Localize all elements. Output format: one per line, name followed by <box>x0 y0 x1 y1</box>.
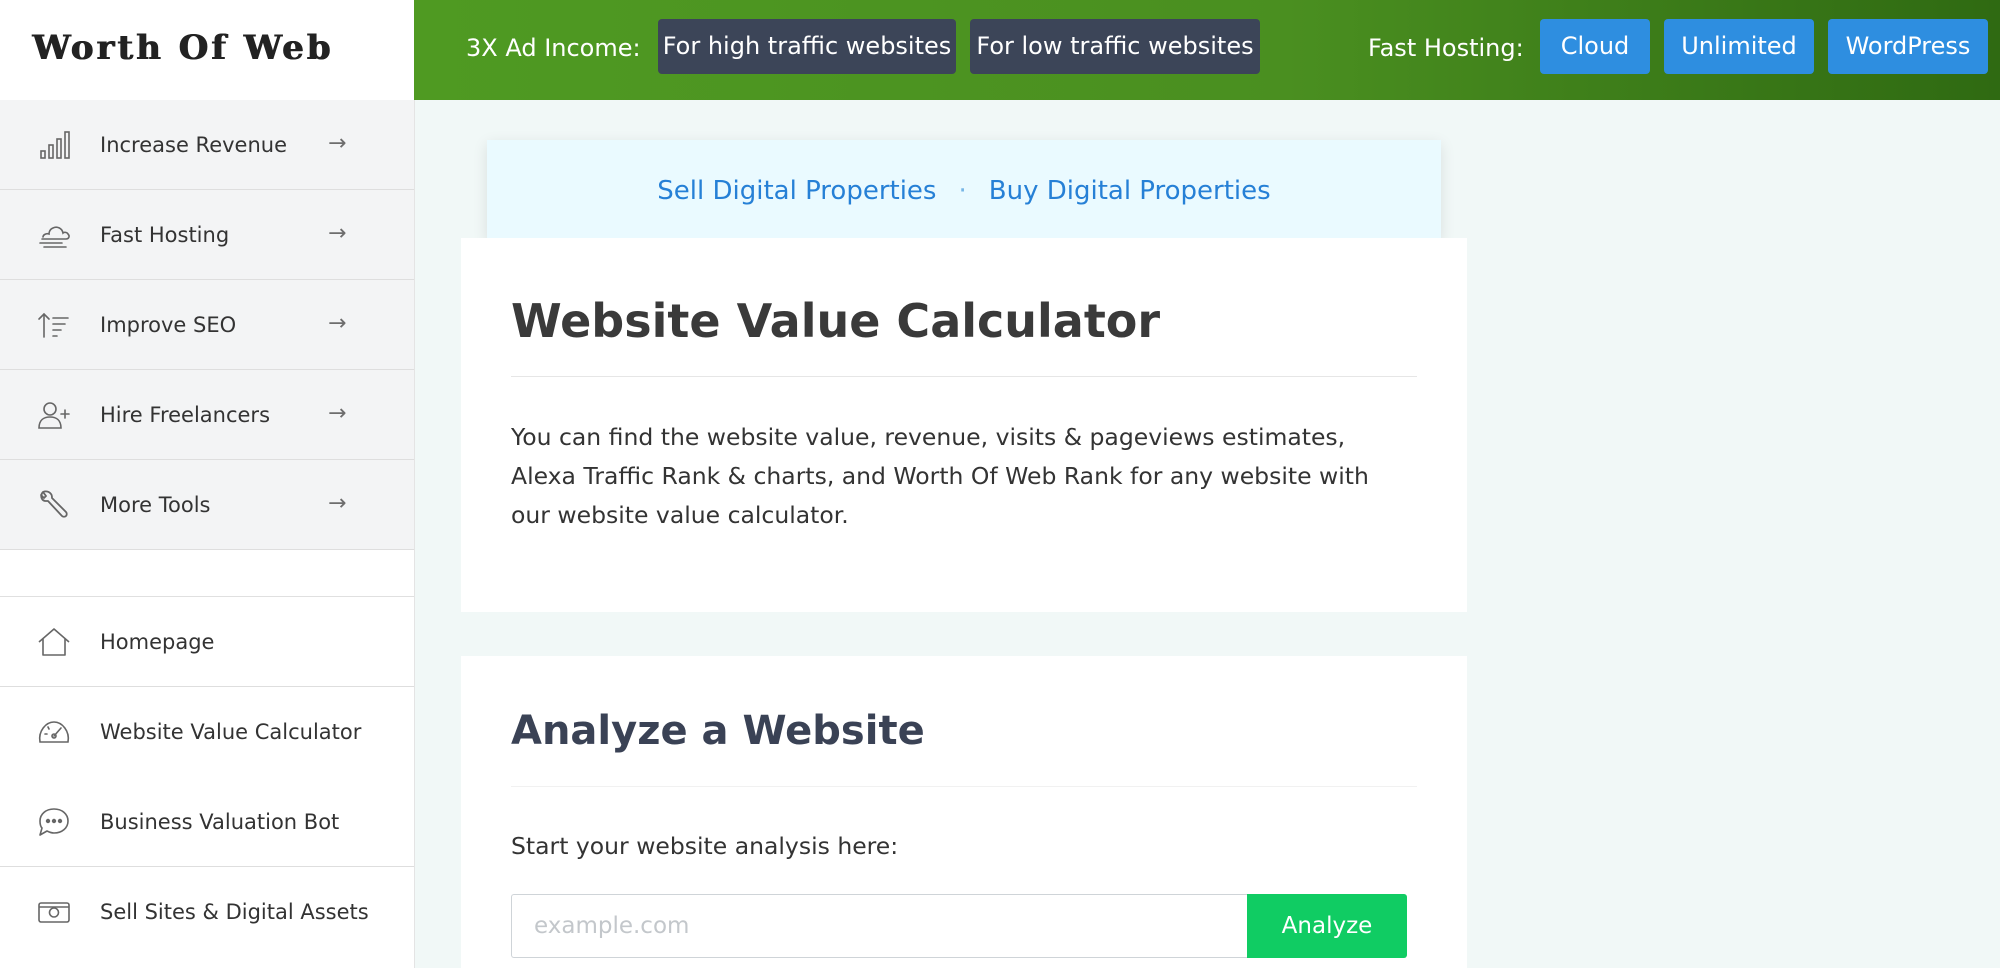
ad-income-label: 3X Ad Income: <box>466 34 641 62</box>
arrow-right-icon: → <box>328 131 347 156</box>
website-url-input[interactable] <box>511 894 1247 958</box>
sidebar-item-homepage[interactable]: Homepage <box>0 597 414 687</box>
sort-ascending-icon <box>36 309 72 341</box>
speedometer-icon <box>36 716 72 748</box>
calculator-card: Website Value Calculator You can find th… <box>461 238 1467 612</box>
sidebar-item-increase-revenue[interactable]: Increase Revenue → <box>0 100 414 190</box>
analysis-start-label: Start your website analysis here: <box>511 832 899 860</box>
sidebar-item-website-value-calculator[interactable]: Website Value Calculator <box>0 687 414 777</box>
chat-bubble-icon <box>36 806 72 838</box>
link-separator: · <box>958 176 967 206</box>
logo-text: Worth Of Web <box>32 28 334 68</box>
wordpress-hosting-button[interactable]: WordPress <box>1828 19 1988 74</box>
cloud-hosting-button[interactable]: Cloud <box>1540 19 1650 74</box>
sidebar-item-label: Increase Revenue <box>100 133 288 157</box>
sidebar-item-label: Sell Sites & Digital Assets <box>100 900 369 924</box>
calculator-description: You can find the website value, revenue,… <box>511 423 1369 529</box>
page-title: Website Value Calculator <box>511 294 1161 348</box>
arrow-right-icon: → <box>328 491 347 516</box>
sidebar-item-label: Homepage <box>100 630 215 654</box>
sidebar-item-label: More Tools <box>100 493 211 517</box>
analyze-card: Analyze a Website Start your website ana… <box>461 656 1467 968</box>
bar-chart-icon <box>36 129 72 161</box>
sidebar-item-business-valuation-bot[interactable]: Business Valuation Bot <box>0 777 414 867</box>
sidebar-item-label: Hire Freelancers <box>100 403 271 427</box>
title-divider <box>511 376 1417 377</box>
user-plus-icon <box>36 399 72 431</box>
unlimited-hosting-button[interactable]: Unlimited <box>1664 19 1814 74</box>
sidebar-item-sell-sites[interactable]: Sell Sites & Digital Assets <box>0 867 414 957</box>
cloud-icon <box>36 219 72 251</box>
sidebar-item-hire-freelancers[interactable]: Hire Freelancers → <box>0 370 414 460</box>
analyze-button[interactable]: Analyze <box>1247 894 1407 958</box>
digital-properties-banner: Sell Digital Properties · Buy Digital Prop… <box>487 140 1441 240</box>
fast-hosting-label: Fast Hosting: <box>1368 34 1524 62</box>
sidebar-item-more-tools[interactable]: More Tools → <box>0 460 414 550</box>
sell-digital-properties-link[interactable]: Sell Digital Properties <box>657 176 936 206</box>
low-traffic-button[interactable]: For low traffic websites <box>970 19 1260 74</box>
sidebar-item-label: Improve SEO <box>100 313 237 337</box>
arrow-right-icon: → <box>328 311 347 336</box>
analyze-title: Analyze a Website <box>511 708 925 754</box>
money-icon <box>36 896 72 928</box>
sidebar-item-label: Website Value Calculator <box>100 720 362 744</box>
home-icon <box>36 626 72 658</box>
top-bar: 3X Ad Income: For high traffic websites … <box>414 0 2000 100</box>
arrow-right-icon: → <box>328 401 347 426</box>
sidebar-item-label: Business Valuation Bot <box>100 810 340 834</box>
analyze-divider <box>511 786 1417 787</box>
high-traffic-button[interactable]: For high traffic websites <box>658 19 956 74</box>
sidebar-item-label: Fast Hosting <box>100 223 230 247</box>
sidebar: Worth Of Web Increase Revenue → Fast Hos… <box>0 0 415 968</box>
sidebar-item-improve-seo[interactable]: Improve SEO → <box>0 280 414 370</box>
wrench-icon <box>36 489 72 521</box>
sidebar-item-fast-hosting[interactable]: Fast Hosting → <box>0 190 414 280</box>
logo[interactable]: Worth Of Web <box>0 0 414 101</box>
arrow-right-icon: → <box>328 221 347 246</box>
buy-digital-properties-link[interactable]: Buy Digital Properties <box>989 176 1271 206</box>
